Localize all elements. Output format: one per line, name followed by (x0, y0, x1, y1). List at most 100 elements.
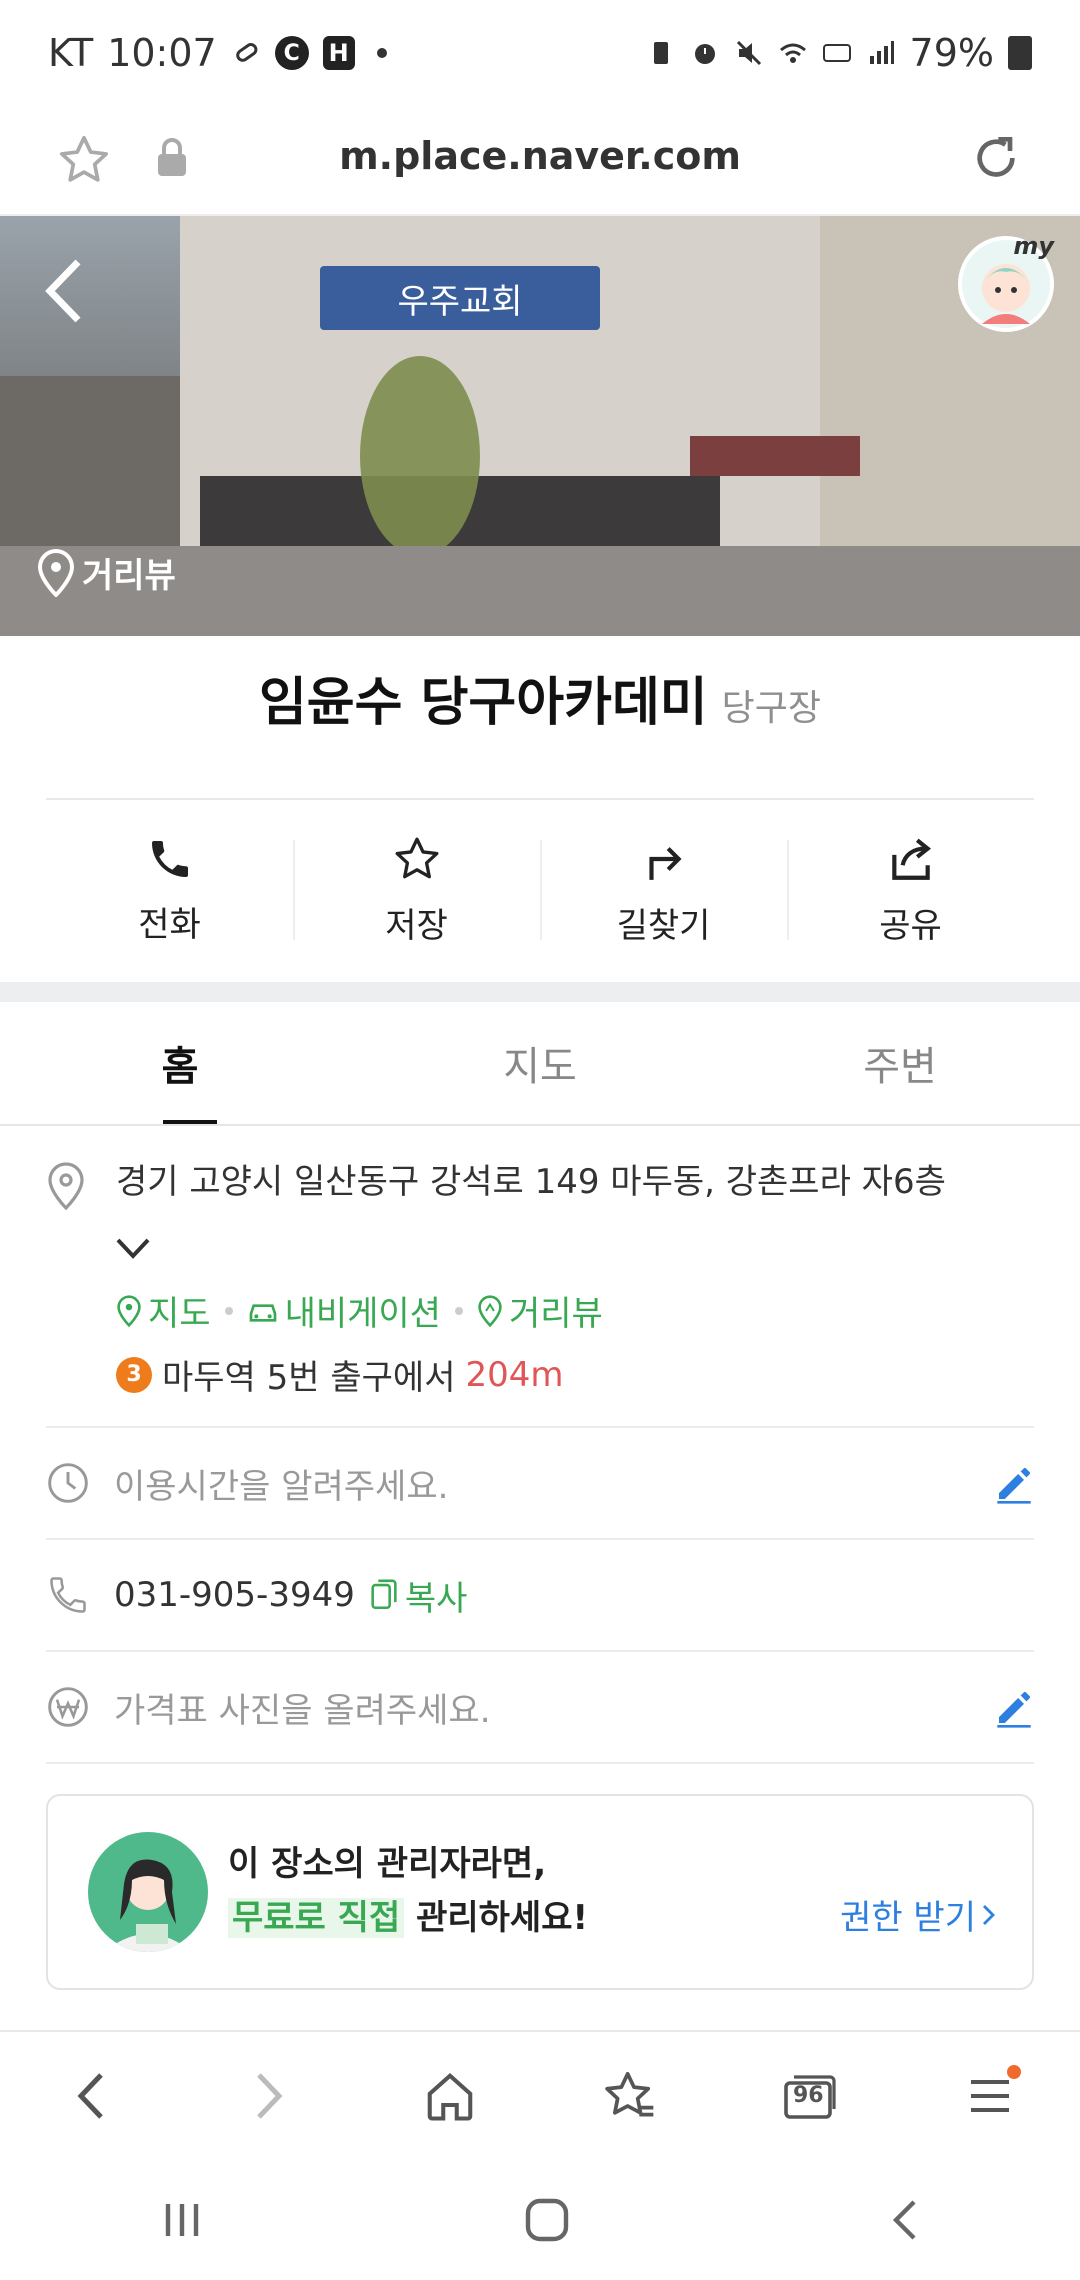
browser-toolbar: 96 (0, 2030, 1080, 2160)
pencil-icon[interactable] (994, 1464, 1034, 1504)
map-link[interactable]: 지도 (116, 1286, 211, 1335)
browser-menu-button[interactable] (945, 2051, 1035, 2141)
divider (46, 1762, 1034, 1764)
call-button[interactable]: 전화 (46, 820, 293, 960)
tab-map[interactable]: 지도 (360, 1002, 720, 1124)
navigation-link-label: 내비게이션 (284, 1294, 441, 1334)
share-label: 공유 (879, 905, 942, 946)
map-link-label: 지도 (148, 1294, 211, 1334)
tab-home[interactable]: 홈 (0, 1002, 360, 1124)
claim-permission-link[interactable]: 권한 받기 (840, 1890, 996, 1939)
roadview-link-label: 거리뷰 (508, 1294, 603, 1334)
battery-saver-icon (653, 42, 668, 64)
directions-icon (648, 846, 682, 880)
save-label: 저장 (385, 905, 448, 946)
address-text[interactable]: 경기 고양시 일산동구 강석로 149 마두동, 강촌프라 자6층 (116, 1160, 1036, 1204)
subway-info: 3 마두역 5번 출구에서 204m (116, 1350, 564, 1399)
status-right: 79% (646, 31, 1032, 75)
chevron-right-icon (983, 1904, 995, 1925)
address-pin-icon (48, 1162, 84, 1210)
subway-text: 마두역 5번 출구에서 (162, 1358, 456, 1398)
directions-label: 길찾기 (616, 905, 711, 946)
subway-distance: 204m (465, 1354, 564, 1395)
browser-forward-button[interactable] (225, 2051, 315, 2141)
copy-label: 복사 (404, 1578, 468, 1619)
address-links: 지도 내비게이션 거리뷰 (116, 1286, 603, 1335)
phone-number[interactable]: 031-905-3949 (114, 1575, 355, 1615)
menu-notification-dot (1007, 2065, 1021, 2079)
c-notification-icon: C (274, 36, 309, 70)
reload-icon[interactable] (968, 130, 1024, 186)
directions-button[interactable]: 길찾기 (540, 820, 787, 960)
roadview-link[interactable]: 거리뷰 (477, 1286, 603, 1335)
separator-dot (454, 1306, 463, 1315)
back-arrow-icon[interactable] (40, 256, 86, 326)
copy-icon (371, 1579, 397, 1610)
star-icon (395, 837, 438, 878)
browser-home-button[interactable] (405, 2051, 495, 2141)
photo-tree (360, 356, 480, 556)
url-text[interactable]: m.place.naver.com (0, 134, 1080, 178)
save-button[interactable]: 저장 (293, 820, 540, 960)
hours-placeholder: 이용시간을 알려주세요. (114, 1466, 449, 1507)
copy-button[interactable]: 복사 (369, 1571, 468, 1620)
woman-illustration-icon (104, 1859, 192, 1952)
section-separator (0, 982, 1080, 1002)
alarm-icon (694, 44, 715, 64)
divider (46, 798, 1034, 800)
owner-illustration (88, 1832, 208, 1952)
status-bar: KT 10:07 C H 79% (0, 0, 1080, 106)
signal-icon (869, 41, 894, 64)
share-icon (891, 838, 931, 880)
h-notification-icon: H (322, 36, 355, 70)
roadview-button[interactable]: 거리뷰 (36, 548, 176, 597)
roadview-pin-icon (478, 1294, 502, 1327)
home-icon (427, 2073, 473, 2121)
browser-back-button[interactable] (45, 2051, 135, 2141)
tab-nearby[interactable]: 주변 (720, 1002, 1080, 1124)
owner-claim-card[interactable]: 이 장소의 관리자라면, 무료로 직접 관리하세요! 권한 받기 (46, 1794, 1034, 1990)
system-nav-bar (0, 2160, 1080, 2280)
navigation-link[interactable]: 내비게이션 (247, 1286, 441, 1335)
location-pin-icon (37, 548, 75, 597)
back-icon (77, 2073, 103, 2119)
place-photo[interactable]: 우주교회 my 거리뷰 (0, 216, 1080, 636)
claim-permission-label: 권한 받기 (840, 1898, 976, 1938)
forward-icon (257, 2073, 283, 2119)
photo-church-sign: 우주교회 (320, 266, 600, 330)
phone-row: 031-905-3949 복사 (46, 1540, 1034, 1650)
more-notifications-icon (376, 48, 387, 58)
url-bar: m.place.naver.com (0, 106, 1080, 216)
won-icon (48, 1687, 88, 1727)
price-row[interactable]: 가격표 사진을 올려주세요. (46, 1652, 1034, 1762)
recent-apps-icon[interactable] (160, 2200, 204, 2240)
browser-bookmarks-button[interactable] (585, 2051, 675, 2141)
pill-icon (235, 43, 258, 62)
action-bar: 전화 저장 길찾기 공유 (46, 820, 1034, 960)
wifi-icon (779, 43, 806, 63)
carrier: KT (48, 31, 94, 75)
mute-icon (736, 40, 761, 66)
back-nav-icon[interactable] (890, 2198, 920, 2242)
owner-line2: 무료로 직접 관리하세요! (228, 1890, 588, 1939)
price-placeholder: 가격표 사진을 올려주세요. (114, 1690, 491, 1731)
status-left: KT 10:07 C H (48, 31, 387, 75)
place-title: 임윤수 당구아카데미 당구장 (0, 660, 1080, 735)
hamburger-menu-icon (971, 2080, 1009, 2112)
separator-dot (224, 1306, 233, 1315)
chevron-down-icon[interactable] (116, 1238, 150, 1260)
hd-voice-icon (822, 44, 851, 62)
owner-highlight: 무료로 직접 (228, 1898, 405, 1938)
share-button[interactable]: 공유 (787, 820, 1034, 960)
browser-tabs-button[interactable]: 96 (765, 2051, 855, 2141)
place-name: 임윤수 당구아카데미 (258, 673, 708, 733)
my-avatar[interactable]: my (958, 232, 1054, 332)
pencil-icon[interactable] (994, 1688, 1034, 1728)
home-nav-icon[interactable] (524, 2197, 570, 2243)
roadview-label: 거리뷰 (82, 556, 176, 596)
phone-icon (151, 840, 188, 877)
tabs-count: 96 (793, 2083, 824, 2108)
hours-row[interactable]: 이용시간을 알려주세요. (46, 1428, 1034, 1538)
map-pin-icon (117, 1294, 141, 1327)
avatar-badge: my (1013, 232, 1054, 260)
